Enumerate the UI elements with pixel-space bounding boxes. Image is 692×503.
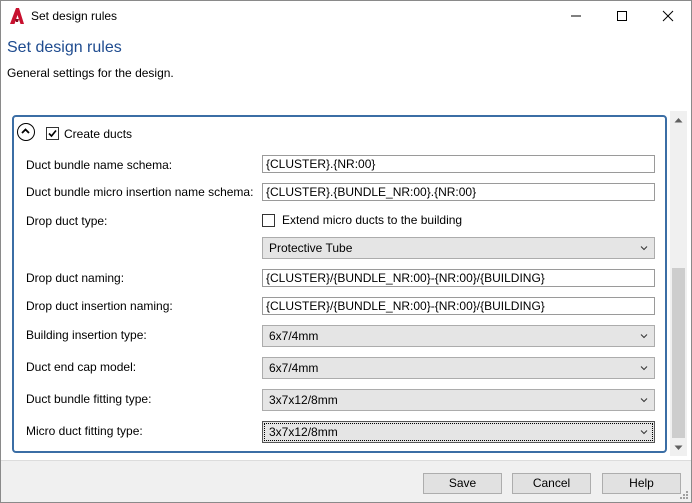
duct-end-cap-model-label: Duct end cap model: xyxy=(26,360,137,374)
window-title: Set design rules xyxy=(31,9,118,23)
micro-insertion-schema-label: Duct bundle micro insertion name schema: xyxy=(26,185,254,199)
chevron-down-icon xyxy=(640,430,648,435)
building-insertion-type-value: 6x7/4mm xyxy=(269,329,319,343)
close-icon xyxy=(662,10,674,22)
arrow-up-icon xyxy=(674,117,683,122)
arrow-down-icon xyxy=(674,445,683,450)
page-title: Set design rules xyxy=(7,39,122,56)
scroll-thumb[interactable] xyxy=(672,268,685,438)
micro-insertion-schema-input[interactable]: {CLUSTER}.{BUNDLE_NR:00}.{NR:00} xyxy=(262,183,655,201)
title-bar[interactable]: Set design rules xyxy=(1,1,691,31)
scroll-up-button[interactable] xyxy=(670,111,687,128)
duct-bundle-fitting-type-label: Duct bundle fitting type: xyxy=(26,392,152,406)
drop-duct-insertion-naming-label: Drop duct insertion naming: xyxy=(26,299,173,313)
resize-grip-icon[interactable] xyxy=(679,490,689,500)
micro-duct-fitting-type-select[interactable]: 3x7x12/8mm xyxy=(262,421,655,443)
drop-duct-type-value: Protective Tube xyxy=(269,241,353,255)
building-insertion-type-select[interactable]: 6x7/4mm xyxy=(262,325,655,347)
duct-end-cap-model-value: 6x7/4mm xyxy=(269,361,319,375)
chevron-down-icon xyxy=(640,398,648,403)
create-ducts-label: Create ducts xyxy=(64,127,133,141)
chevron-down-icon xyxy=(640,334,648,339)
cancel-button[interactable]: Cancel xyxy=(512,473,591,494)
chevron-down-icon xyxy=(640,246,648,251)
close-button[interactable] xyxy=(645,1,691,31)
micro-duct-fitting-type-label: Micro duct fitting type: xyxy=(26,424,143,438)
help-button[interactable]: Help xyxy=(602,473,681,494)
vertical-scrollbar[interactable] xyxy=(670,111,687,456)
duct-end-cap-model-select[interactable]: 6x7/4mm xyxy=(262,357,655,379)
drop-duct-naming-input[interactable]: {CLUSTER}/{BUNDLE_NR:00}-{NR:00}/{BUILDI… xyxy=(262,269,655,287)
minimize-icon xyxy=(571,15,581,17)
maximize-icon xyxy=(617,11,627,21)
duct-bundle-fitting-type-value: 3x7x12/8mm xyxy=(269,393,338,407)
bundle-name-schema-input[interactable]: {CLUSTER}.{NR:00} xyxy=(262,155,655,173)
micro-duct-fitting-type-value: 3x7x12/8mm xyxy=(269,425,338,439)
building-insertion-type-label: Building insertion type: xyxy=(26,328,147,342)
chevron-up-circle-icon xyxy=(21,128,30,134)
dialog-window: Set design rules Set design rules Genera… xyxy=(0,0,692,503)
page-subtitle: General settings for the design. xyxy=(7,66,174,80)
drop-duct-insertion-naming-input[interactable]: {CLUSTER}/{BUNDLE_NR:00}-{NR:00}/{BUILDI… xyxy=(262,297,655,315)
scroll-down-button[interactable] xyxy=(670,439,687,456)
extend-micro-ducts-checkbox[interactable] xyxy=(262,214,275,227)
minimize-button[interactable] xyxy=(553,1,599,31)
drop-duct-type-select[interactable]: Protective Tube xyxy=(262,237,655,259)
create-ducts-checkbox[interactable] xyxy=(46,127,59,140)
drop-duct-type-label: Drop duct type: xyxy=(26,214,108,228)
autocad-a-icon xyxy=(9,7,25,25)
maximize-button[interactable] xyxy=(599,1,645,31)
checkmark-icon xyxy=(48,129,57,138)
bundle-name-schema-label: Duct bundle name schema: xyxy=(26,158,173,172)
collapse-button[interactable] xyxy=(17,123,35,141)
create-ducts-group: Create ducts Duct bundle name schema: {C… xyxy=(12,115,667,453)
dialog-footer: Save Cancel Help xyxy=(1,460,691,502)
drop-duct-naming-label: Drop duct naming: xyxy=(26,271,125,285)
duct-bundle-fitting-type-select[interactable]: 3x7x12/8mm xyxy=(262,389,655,411)
extend-micro-ducts-label: Extend micro ducts to the building xyxy=(282,213,463,227)
chevron-down-icon xyxy=(640,366,648,371)
save-button[interactable]: Save xyxy=(423,473,502,494)
settings-scroll-area: Create ducts Duct bundle name schema: {C… xyxy=(3,111,671,456)
